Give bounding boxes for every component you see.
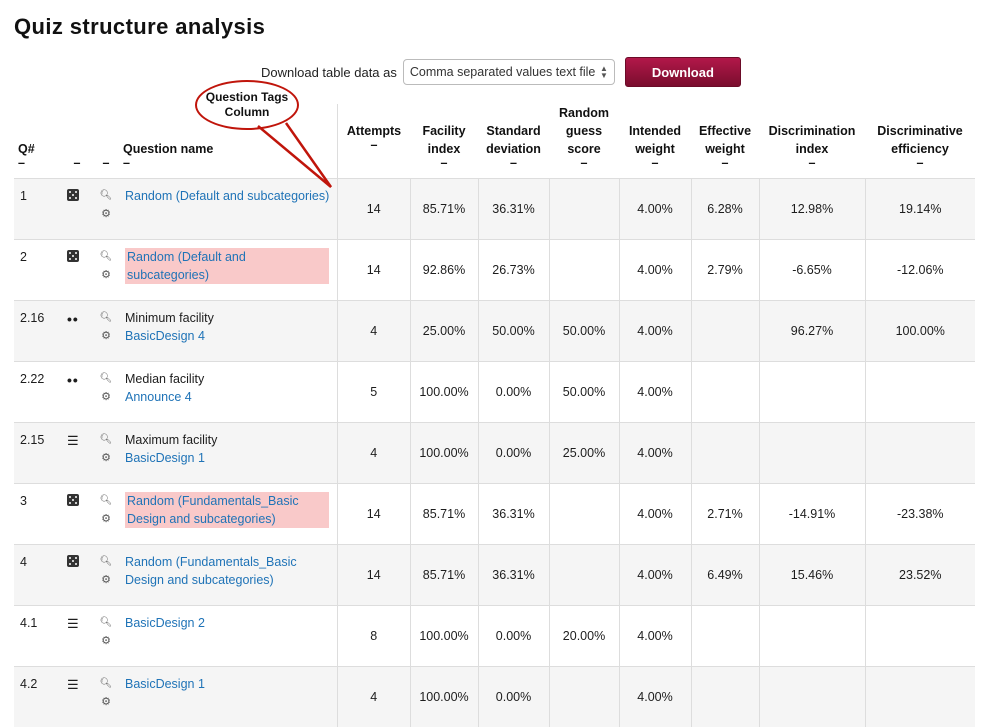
question-number: 4.2	[14, 667, 61, 727]
cell-facility: 100.00%	[410, 667, 478, 727]
question-link[interactable]: BasicDesign 1	[125, 677, 205, 691]
table-row: 4.2 ☰ 🔍︎⚙ BasicDesign 1 4100.00%0.00% 4.00%	[14, 667, 975, 727]
question-name-cell: BasicDesign 1	[119, 667, 338, 727]
search-icon[interactable]: 🔍︎	[99, 675, 113, 693]
cell-guess	[549, 667, 619, 727]
cell-attempts: 4	[338, 667, 411, 727]
cell-intended: 4.00%	[619, 667, 691, 727]
question-type-cell: ☰	[61, 667, 93, 727]
gear-icon[interactable]: ⚙	[99, 693, 113, 711]
gear-icon[interactable]: ⚙	[99, 632, 113, 650]
cell-disc-index	[759, 667, 865, 727]
list-icon: ☰	[67, 677, 79, 692]
question-actions: 🔍︎⚙	[93, 667, 119, 727]
cell-stddev: 0.00%	[478, 667, 549, 727]
cell-effective	[691, 667, 759, 727]
annotation-arrow	[0, 0, 999, 622]
cell-disc-eff	[865, 667, 975, 727]
